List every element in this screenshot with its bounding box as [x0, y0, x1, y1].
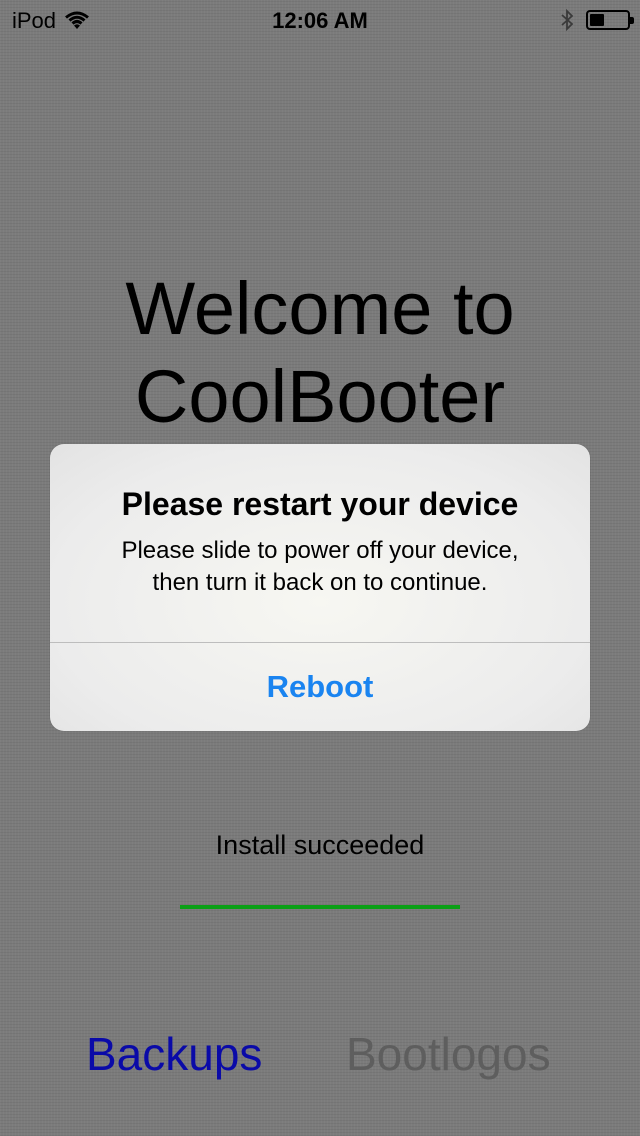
battery-icon [586, 10, 634, 30]
welcome-line-2: CoolBooter [134, 355, 506, 438]
status-bar-right [560, 8, 634, 32]
backups-tab[interactable]: Backups [86, 1027, 262, 1081]
alert-message: Please slide to power off your device, t… [0, 535, 640, 599]
status-bar: iPod 12:06 AM [0, 0, 640, 40]
welcome-title: Welcome to CoolBooter [0, 265, 640, 441]
install-progress-bar [180, 905, 460, 909]
alert-title: Please restart your device [121, 486, 519, 522]
reboot-button[interactable]: Reboot [50, 643, 590, 731]
battery-tip [630, 17, 634, 24]
alert-message-line-2: then turn it back on to continue. [152, 569, 488, 596]
battery-fill [590, 14, 605, 26]
bluetooth-icon [561, 8, 574, 32]
bootlogos-tab[interactable]: Bootlogos [346, 1027, 551, 1081]
status-time: 12:06 AM [272, 8, 368, 33]
install-status-label: Install succeeded [215, 830, 425, 860]
alert-message-line-1: Please slide to power off your device, [121, 537, 519, 564]
install-progress-fill [180, 905, 460, 909]
welcome-line-1: Welcome to [125, 267, 515, 350]
